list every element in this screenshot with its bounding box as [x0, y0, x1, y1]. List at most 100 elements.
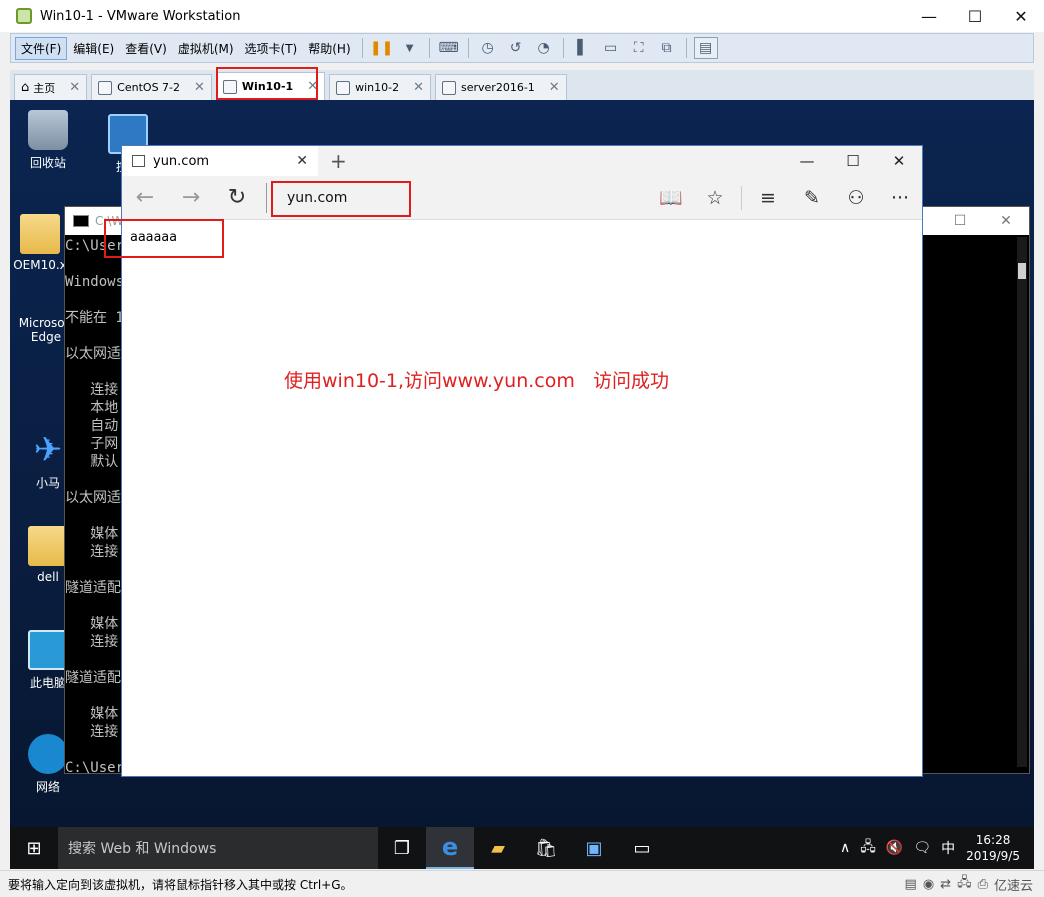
page-icon	[132, 155, 145, 167]
vm-icon	[336, 80, 351, 95]
usb-icon[interactable]: ⇄	[940, 877, 951, 892]
revert-snapshot-icon[interactable]: ↺	[504, 37, 528, 59]
ime-indicator[interactable]: 中	[941, 838, 955, 858]
toolbar-separator	[685, 38, 687, 58]
taskbar-search[interactable]: 搜索 Web 和 Windows	[58, 827, 378, 869]
minimize-button[interactable]: —	[906, 0, 952, 32]
scrollbar-thumb[interactable]	[1018, 263, 1026, 279]
desktop-icon-label: 小马	[35, 476, 60, 490]
printer-icon[interactable]: ⎙	[978, 877, 988, 892]
network-icon	[28, 734, 68, 774]
clock-time: 16:28	[975, 833, 1011, 847]
share-icon[interactable]: ⚇	[834, 187, 878, 209]
folder-icon	[20, 214, 60, 254]
tray-chevron-up-icon[interactable]: ∧	[840, 840, 850, 856]
close-button[interactable]: ✕	[998, 0, 1044, 32]
tab-centos-7-2[interactable]: CentOS 7-2 ✕	[91, 74, 212, 100]
system-tray: ∧ 🖧 🔇 🗨 中 16:28 2019/9/5	[835, 832, 1034, 864]
library-icon[interactable]: ▌	[571, 37, 595, 59]
menu-tabs[interactable]: 选项卡(T)	[240, 38, 303, 59]
back-arrow-icon[interactable]: ←	[122, 185, 168, 210]
guest-desktop[interactable]: 回收站 控制 OEM10.x e Microsoft Edge ✈ 小马 del…	[10, 100, 1034, 869]
tab-home[interactable]: ⌂ 主页 ✕	[14, 74, 88, 100]
reading-view-icon[interactable]: 📖	[649, 186, 693, 209]
close-icon[interactable]: ✕	[549, 80, 560, 95]
thumbnail-view-icon[interactable]: ▤	[693, 37, 718, 59]
desktop-icon-label: OEM10.x	[13, 258, 67, 272]
close-tab-icon[interactable]: ✕	[296, 153, 308, 169]
vm-icon	[442, 80, 456, 95]
cmd-icon	[73, 215, 89, 227]
network-tray-icon[interactable]: 🖧	[860, 836, 876, 860]
favorite-star-icon[interactable]: ☆	[693, 187, 737, 209]
tab-label: win10-2	[355, 81, 400, 94]
edge-window[interactable]: yun.com ✕ + — ☐ ✕ ← → ↻ yun.com 📖 ☆ ≡ ✎	[121, 145, 923, 777]
maximize-icon[interactable]: ☐	[830, 152, 876, 170]
menu-view[interactable]: 查看(V)	[120, 38, 172, 59]
clock[interactable]: 16:28 2019/9/5	[966, 832, 1020, 864]
maximize-icon[interactable]: ☐	[937, 213, 983, 229]
forward-arrow-icon[interactable]: →	[168, 185, 214, 210]
recycle-bin-icon	[28, 110, 68, 150]
hub-icon[interactable]: ≡	[746, 187, 790, 209]
snapshot-manager-icon[interactable]: ◔	[532, 37, 556, 59]
edge-window-controls: — ☐ ✕	[784, 152, 922, 170]
toolbar-divider	[741, 185, 742, 210]
search-placeholder: 搜索 Web 和 Windows	[68, 841, 217, 857]
notification-icon[interactable]: 🗨	[913, 840, 931, 856]
minimize-icon[interactable]: —	[784, 152, 830, 170]
volume-muted-icon[interactable]: 🔇	[886, 840, 903, 856]
desktop-icon-label: 网络	[35, 780, 60, 794]
close-icon[interactable]: ✕	[876, 152, 922, 170]
edge-tab[interactable]: yun.com ✕	[122, 146, 318, 176]
windows-start-icon[interactable]: ⊞	[10, 827, 58, 869]
pc-icon	[28, 630, 68, 670]
cmd-window-controls: ☐ ✕	[937, 213, 1029, 229]
tab-win10-2[interactable]: win10-2 ✕	[329, 74, 431, 100]
hard-disk-icon[interactable]: ▤	[905, 877, 917, 892]
menu-vm[interactable]: 虚拟机(M)	[173, 38, 239, 59]
store-icon[interactable]: 🛍	[522, 827, 570, 869]
window-title: Win10-1 - VMware Workstation	[40, 8, 241, 24]
window-controls: — ☐ ✕	[906, 0, 1044, 32]
new-tab-icon[interactable]: +	[330, 149, 347, 173]
file-explorer-icon[interactable]: ▰	[474, 827, 522, 869]
desktop-icon-recycle-bin[interactable]: 回收站	[10, 110, 86, 171]
control-panel-taskbar-icon[interactable]: ▣	[570, 827, 618, 869]
device-status-icons: ▤ ◉ ⇄ 🖧 ⎙ 亿速云	[902, 873, 1036, 895]
maximize-button[interactable]: ☐	[952, 0, 998, 32]
close-icon[interactable]: ✕	[413, 80, 424, 95]
pause-icon[interactable]: ❚❚	[370, 37, 394, 59]
more-icon[interactable]: ···	[878, 187, 922, 209]
close-icon[interactable]: ✕	[983, 213, 1029, 229]
home-icon: ⌂	[21, 80, 30, 95]
vmware-statusbar: 要将输入定向到该虚拟机，请将鼠标指针移入其中或按 Ctrl+G。 ▤ ◉ ⇄ 🖧…	[0, 870, 1044, 897]
menu-help[interactable]: 帮助(H)	[303, 38, 355, 59]
snapshot-icon[interactable]: ◷	[476, 37, 500, 59]
fullscreen-icon[interactable]: ⛶	[627, 37, 651, 59]
tab-server2016-1[interactable]: server2016-1 ✕	[435, 74, 567, 100]
refresh-icon[interactable]: ↻	[214, 185, 260, 210]
user-folder-icon	[28, 526, 68, 566]
close-icon[interactable]: ✕	[69, 80, 80, 95]
network-adapter-icon[interactable]: 🖧	[957, 873, 972, 895]
send-ctrl-alt-del-icon[interactable]: ⌨	[437, 37, 461, 59]
web-note-icon[interactable]: ✎	[790, 187, 834, 209]
cd-drive-icon[interactable]: ◉	[923, 877, 934, 892]
menu-edit[interactable]: 编辑(E)	[68, 38, 119, 59]
unity-icon[interactable]: ⧉	[655, 37, 679, 59]
tab-label: server2016-1	[461, 81, 535, 94]
menu-file[interactable]: 文件(F)	[15, 36, 68, 60]
highlight-box-address	[271, 181, 411, 217]
vmware-app-icon	[16, 8, 32, 24]
task-view-icon[interactable]: ❐	[378, 827, 426, 869]
cmd-taskbar-icon[interactable]: ▭	[618, 827, 666, 869]
edge-tab-title: yun.com	[153, 153, 210, 169]
edge-taskbar-icon[interactable]: e	[426, 827, 474, 869]
desktop-icon-label: dell	[37, 570, 59, 584]
cmd-scrollbar[interactable]	[1017, 237, 1027, 767]
console-view-icon[interactable]: ▭	[599, 37, 623, 59]
close-icon[interactable]: ✕	[194, 80, 205, 95]
tab-label: 主页	[33, 81, 56, 95]
dropdown-chevron-icon[interactable]: ▼	[398, 37, 422, 59]
